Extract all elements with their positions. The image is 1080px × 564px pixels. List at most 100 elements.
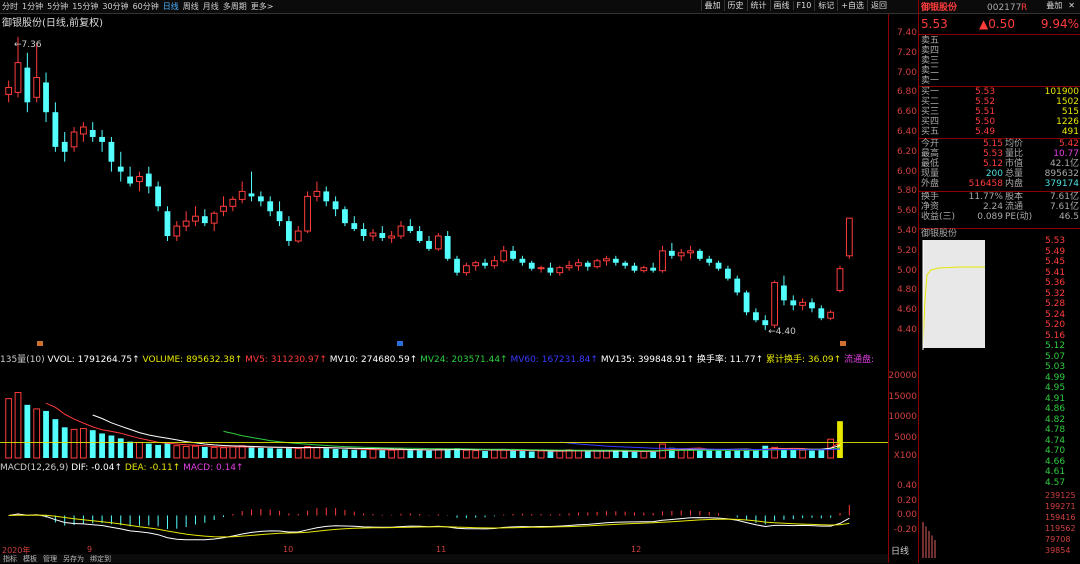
intraday-axis-label: 4.78 [1045,425,1066,435]
price-axis: 7.40 7.20 7.00 6.80 6.60 6.40 6.20 6.00 5.80 5.60… [888,14,919,563]
stat-label: 收益(三) [921,212,956,222]
tool-button-2[interactable]: 统计 [746,0,770,11]
macd-axis-label: -0.20 [893,525,917,536]
macd-chart[interactable] [0,475,888,545]
candle [145,166,152,194]
period-tab-0[interactable]: 分时 [0,1,20,12]
volume-bar [519,451,526,458]
bid-row: 买四 5.50 1226 [921,117,1079,127]
ask-label: 卖一 [921,76,940,86]
event-marker[interactable] [397,341,403,346]
volume-bar [108,435,115,458]
volume-chart[interactable] [0,364,888,462]
ask-row: 卖四 [921,46,1079,56]
intraday-volume-label: 79708 [1045,535,1071,544]
candle [706,255,713,266]
candle [743,290,750,316]
macd-axis-label: 0.00 [896,510,917,521]
stat-label: 净资 [921,202,940,212]
volume-bar [173,445,181,459]
period-tab-2[interactable]: 5分钟 [45,1,70,12]
intraday-axis-label: 4.86 [1045,404,1066,414]
candle [257,191,264,207]
tool-button-7[interactable]: 返回 [867,0,890,11]
period-label[interactable]: 日线 [891,544,909,557]
tool-button-0[interactable]: 叠加 [700,0,724,11]
volume-bar [556,450,564,459]
macd-axis-label: 0.20 [896,495,917,506]
indicator-value-3: 274680.59↑ [358,355,421,364]
bid-label: 买三 [921,107,940,117]
candle [332,196,339,217]
candle [294,226,302,243]
candle [668,242,675,259]
tool-button-6[interactable]: +自选 [837,0,867,11]
volume-bar [127,441,133,458]
stat-label: 现量 [921,169,940,179]
stat-value: 200 [985,169,1003,179]
candle [781,275,787,306]
price-axis-label: 7.40 [896,27,917,38]
event-marker[interactable] [37,341,43,346]
volume-bar [388,449,396,459]
candle [342,206,348,227]
candle [117,151,124,182]
volume-bar [369,448,377,459]
tool-button-3[interactable]: 画线 [769,0,793,11]
candlestick-chart[interactable]: ←7.36 ←4.40 [0,24,888,348]
price-axis-label: 5.80 [896,186,917,197]
intraday-axis-label: 4.70 [1045,446,1066,456]
stat-row: 最低 5.12 市值 42.1亿 [921,159,1079,169]
period-tab-6[interactable]: 日线 [161,1,181,12]
stat-value: 7.61亿 [1049,202,1079,212]
indicator-label-2: MV5: [245,355,268,364]
event-marker[interactable] [840,341,846,346]
macd-value-2: 0.14↑ [213,463,244,473]
intraday-volume-label: 199271 [1045,502,1076,511]
volume-bar [631,451,638,458]
candle [5,80,13,103]
volume-bar [650,451,657,458]
ask-label: 卖四 [921,46,940,56]
candle [715,260,722,271]
volume-bar [837,421,843,458]
stat-value: 46.5 [1058,212,1079,222]
tool-button-4[interactable]: F10 [792,1,815,10]
price-axis-label: 6.60 [896,107,917,118]
volume-bar [229,446,237,459]
candle [836,265,844,293]
period-tab-1[interactable]: 1分钟 [20,1,45,12]
intraday-axis-label: 4.99 [1045,372,1066,383]
volume-bar [472,450,480,459]
indicator-value-5: 167231.84↑ [538,355,601,364]
volume-axis-label: 15000 [888,391,917,402]
intraday-axis-label: 5.12 [1045,341,1066,351]
volume-bar [14,392,22,459]
candle [537,265,545,273]
volume-bar [790,449,797,458]
ask-label: 卖二 [921,66,940,76]
period-tab-4[interactable]: 30分钟 [100,1,130,12]
period-tab-3[interactable]: 15分钟 [70,1,100,12]
volume-bar [248,447,255,458]
tool-button-5[interactable]: 标记 [814,0,837,11]
period-tab-10[interactable]: 更多> [249,1,276,12]
chart-tools: 叠加 历史 统计 画线 F10 标记 +自选 返回 [700,0,890,11]
intraday-axis-label: 5.53 [1045,236,1066,246]
stat-row: 外盘 516458 内盘 379174 [921,179,1079,189]
period-tab-7[interactable]: 周线 [181,1,201,12]
period-tab-9[interactable]: 多周期 [221,1,249,12]
bid-volume: 515 [1061,107,1079,117]
volume-bar [342,449,348,458]
volume-bar [603,450,610,459]
stat-value: 516458 [968,179,1003,189]
change-percent: 9.94% [1040,17,1079,31]
period-tab-8[interactable]: 月线 [201,1,221,12]
candle [659,245,666,273]
period-tab-5[interactable]: 60分钟 [131,1,161,12]
stat-value: 0.089 [977,212,1003,222]
volume-bar [164,443,171,458]
intraday-axis-label: 4.66 [1045,456,1066,467]
intraday-chart[interactable] [919,240,1039,558]
tool-button-1[interactable]: 历史 [723,0,747,11]
